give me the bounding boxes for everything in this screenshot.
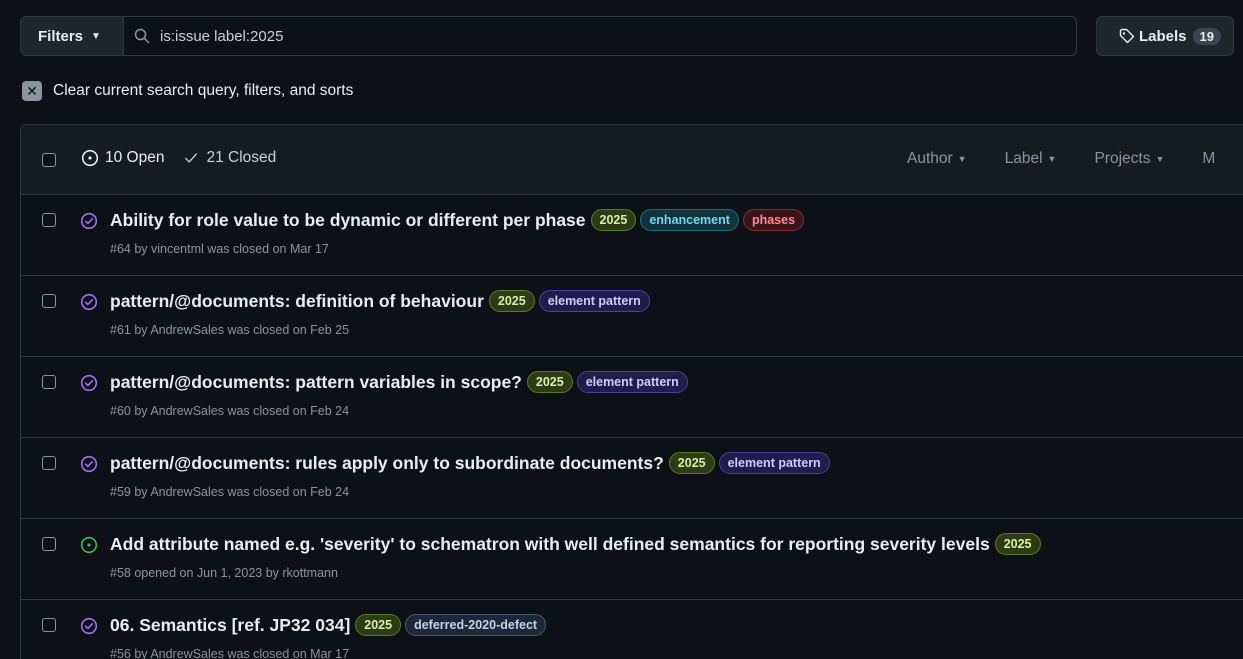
issue-meta: #59 by AndrewSales was closed on Feb 24	[110, 485, 350, 499]
filters-button[interactable]: Filters ▼	[20, 16, 124, 56]
closed-count-label: 21 Closed	[206, 149, 277, 166]
issue-label[interactable]: element pattern	[538, 290, 650, 312]
search-field[interactable]	[124, 16, 1077, 56]
milestones-filter-label: M	[1202, 150, 1216, 167]
issue-closed-icon	[80, 374, 98, 395]
issue-title-line: pattern/@documents: definition of behavi…	[110, 290, 650, 312]
clear-filters-text: Clear current search query, filters, and…	[53, 82, 354, 99]
issue-label[interactable]: element pattern	[718, 452, 830, 474]
tag-icon	[1119, 28, 1135, 44]
issue-title-line: Ability for role value to be dynamic or …	[110, 209, 805, 231]
issue-title-link[interactable]: pattern/@documents: definition of behavi…	[110, 291, 484, 312]
issue-label[interactable]: 2025	[526, 371, 573, 393]
caret-down-icon: ▼	[957, 154, 967, 164]
closed-issues-tab[interactable]: 21 Closed	[184, 149, 276, 167]
projects-filter-label: Projects	[1094, 150, 1151, 167]
issue-closed-icon	[80, 293, 98, 314]
issue-label[interactable]: 2025	[488, 290, 535, 312]
issue-checkbox[interactable]	[42, 294, 56, 308]
issue-closed-icon	[80, 617, 98, 638]
issues-list: 10 Open 21 Closed Author ▼ Label ▼ Proje…	[20, 124, 1243, 659]
issue-meta: #60 by AndrewSales was closed on Feb 24	[110, 404, 350, 418]
issue-label[interactable]: 2025	[590, 209, 637, 231]
issue-meta: #64 by vincentml was closed on Mar 17	[110, 242, 329, 256]
search-bar: Filters ▼	[20, 16, 1077, 56]
projects-filter[interactable]: Projects ▼	[1094, 150, 1164, 168]
issue-label[interactable]: element pattern	[576, 371, 688, 393]
issue-opened-icon	[81, 149, 99, 167]
issue-checkbox[interactable]	[42, 618, 56, 632]
issue-meta: #56 by AndrewSales was closed on Mar 17	[110, 647, 350, 659]
issue-row[interactable]: pattern/@documents: rules apply only to …	[21, 438, 1243, 519]
issue-title-link[interactable]: 06. Semantics [ref. JP32 034]	[110, 615, 350, 636]
caret-down-icon: ▼	[1155, 154, 1165, 164]
caret-down-icon: ▼	[91, 30, 101, 42]
issue-title-line: Add attribute named e.g. 'severity' to s…	[110, 533, 1041, 555]
issue-label[interactable]: 2025	[355, 614, 402, 636]
open-count-label: 10 Open	[105, 149, 165, 166]
issue-row[interactable]: Add attribute named e.g. 'severity' to s…	[21, 519, 1243, 600]
issue-title-link[interactable]: pattern/@documents: rules apply only to …	[110, 453, 664, 474]
issue-row[interactable]: pattern/@documents: pattern variables in…	[21, 357, 1243, 438]
labels-label: Labels	[1139, 27, 1187, 45]
issue-label[interactable]: deferred-2020-defect	[405, 614, 547, 636]
clear-filters-link[interactable]: ✕ Clear current search query, filters, a…	[22, 81, 353, 101]
issue-rows: Ability for role value to be dynamic or …	[21, 195, 1243, 659]
open-issues-tab[interactable]: 10 Open	[81, 149, 164, 167]
issue-title-line: pattern/@documents: pattern variables in…	[110, 371, 688, 393]
issue-title-line: pattern/@documents: rules apply only to …	[110, 452, 830, 474]
milestones-filter[interactable]: M	[1202, 150, 1215, 168]
state-toggle: 10 Open 21 Closed	[81, 149, 276, 167]
issue-checkbox[interactable]	[42, 213, 56, 227]
issue-title-link[interactable]: Add attribute named e.g. 'severity' to s…	[110, 534, 990, 555]
issue-closed-icon	[80, 455, 98, 476]
select-all-checkbox[interactable]	[42, 153, 56, 167]
issue-label[interactable]: phases	[742, 209, 805, 231]
author-filter[interactable]: Author ▼	[907, 150, 967, 168]
author-filter-label: Author	[907, 150, 953, 167]
issue-label[interactable]: 2025	[994, 533, 1041, 555]
issue-checkbox[interactable]	[42, 375, 56, 389]
check-icon	[185, 153, 198, 163]
issue-title-link[interactable]: pattern/@documents: pattern variables in…	[110, 372, 522, 393]
filters-label: Filters	[38, 27, 84, 45]
search-input[interactable]	[160, 27, 760, 45]
issue-title-line: 06. Semantics [ref. JP32 034] 2025 deferre…	[110, 614, 547, 636]
issue-title-link[interactable]: Ability for role value to be dynamic or …	[110, 210, 586, 231]
issue-opened-icon	[80, 536, 98, 557]
issue-meta: #58 opened on Jun 1, 2023 by rkottmann	[110, 566, 338, 580]
issue-row[interactable]: pattern/@documents: definition of behavi…	[21, 276, 1243, 357]
issue-row[interactable]: 06. Semantics [ref. JP32 034] 2025 deferre…	[21, 600, 1243, 659]
labels-count-badge: 19	[1192, 27, 1221, 45]
close-icon: ✕	[22, 81, 42, 101]
search-icon	[134, 28, 150, 44]
header-filters: Author ▼ Label ▼ Projects ▼ M	[907, 150, 1215, 168]
label-filter-label: Label	[1004, 150, 1043, 167]
caret-down-icon: ▼	[1047, 154, 1057, 164]
issue-checkbox[interactable]	[42, 456, 56, 470]
label-filter[interactable]: Label ▼	[1005, 150, 1057, 168]
labels-button[interactable]: Labels 19	[1096, 16, 1234, 56]
issues-header: 10 Open 21 Closed Author ▼ Label ▼ Proje…	[21, 125, 1243, 195]
issue-checkbox[interactable]	[42, 537, 56, 551]
issue-meta: #61 by AndrewSales was closed on Feb 25	[110, 323, 350, 337]
issue-label[interactable]: enhancement	[640, 209, 739, 231]
issue-label[interactable]: 2025	[668, 452, 715, 474]
issue-closed-icon	[80, 212, 98, 233]
issue-row[interactable]: Ability for role value to be dynamic or …	[21, 195, 1243, 276]
